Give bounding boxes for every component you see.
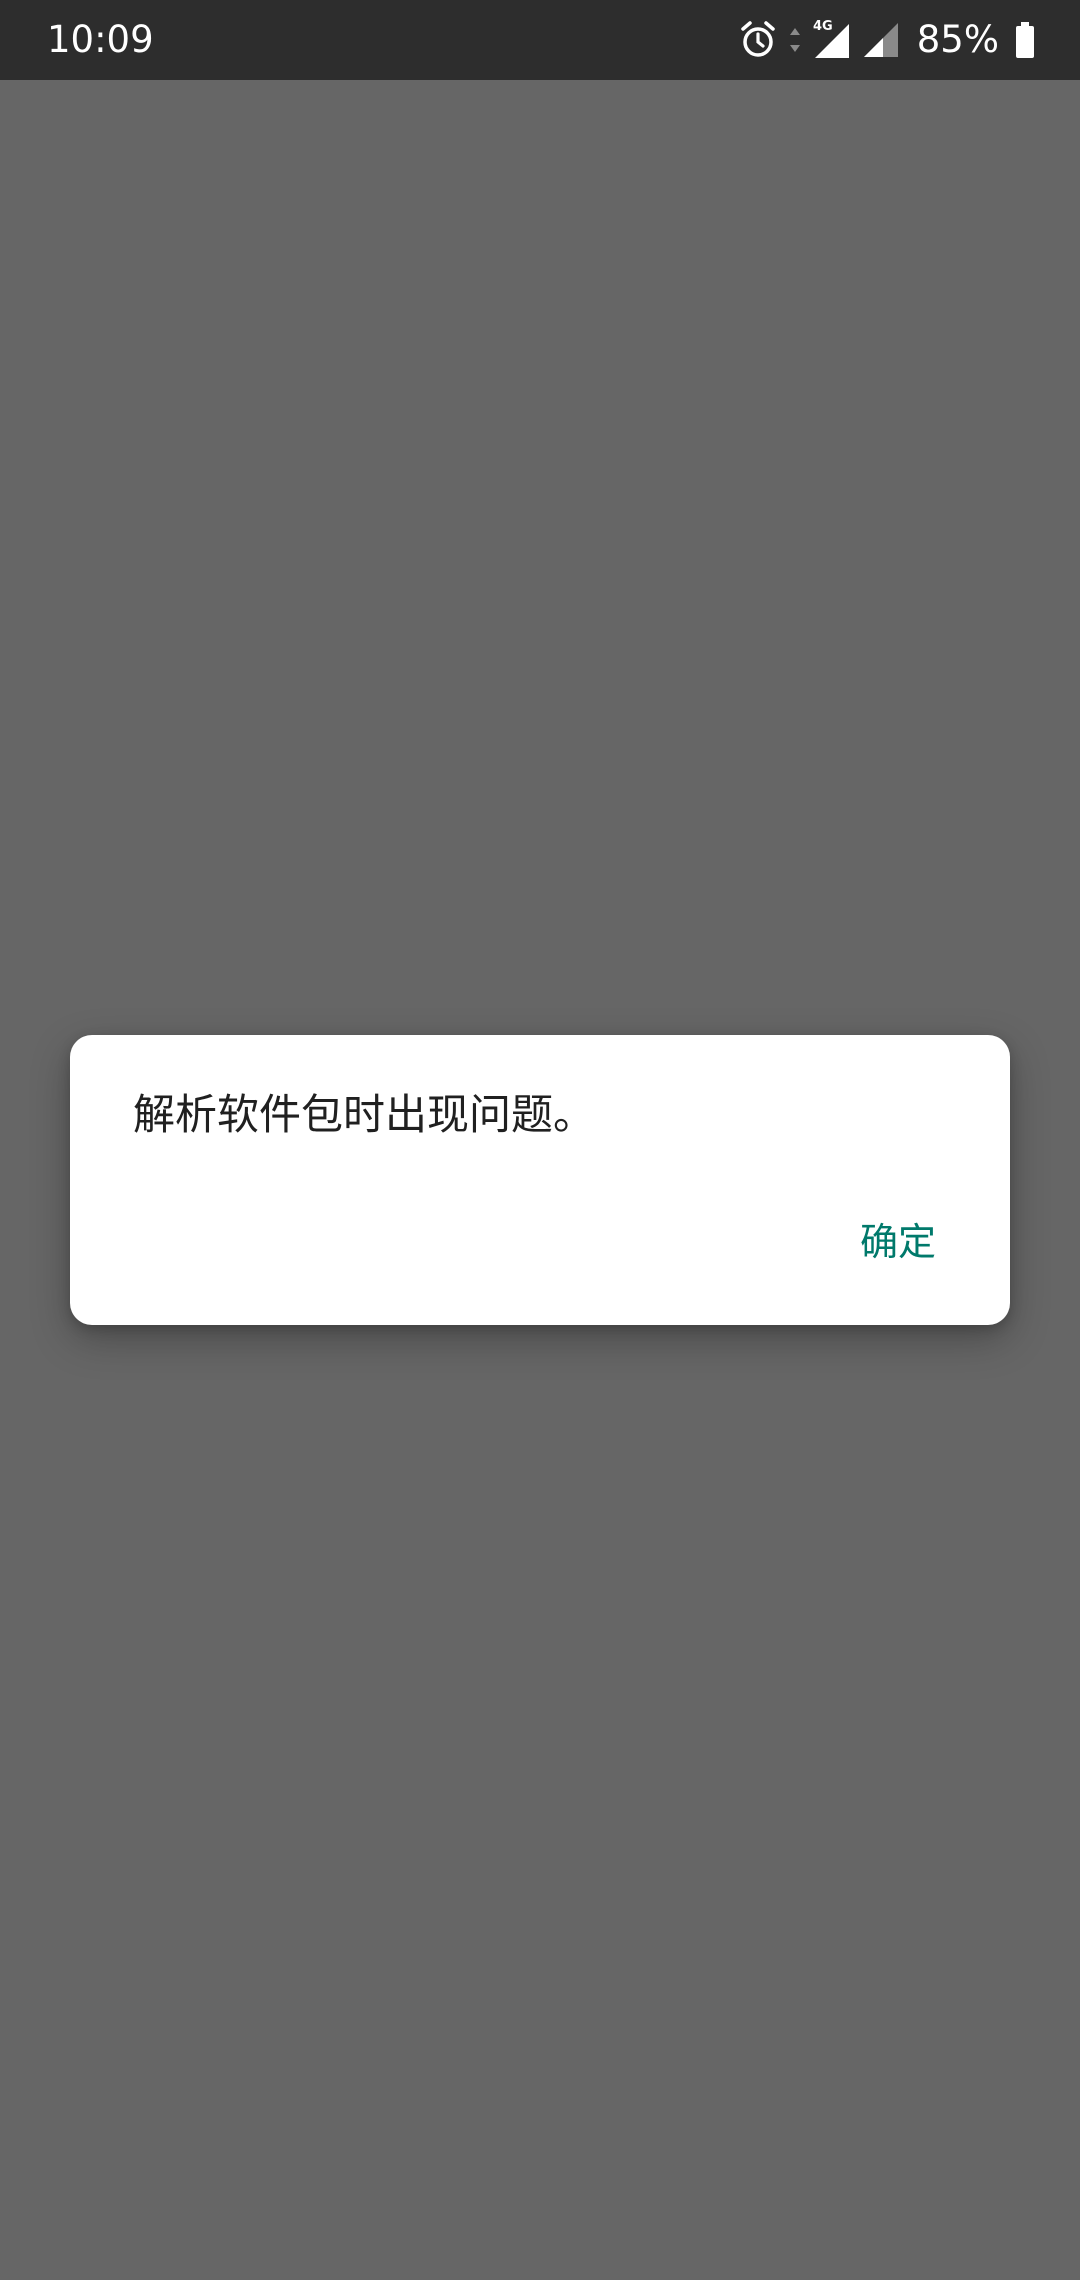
parse-error-dialog: 解析软件包时出现问题。 确定	[70, 1035, 1010, 1325]
battery-icon	[1015, 22, 1035, 58]
dialog-message: 解析软件包时出现问题。	[133, 1090, 596, 1139]
alarm-icon	[739, 20, 777, 60]
ok-button[interactable]: 确定	[856, 1203, 940, 1274]
status-icons: 4G 85%	[739, 0, 1035, 80]
status-time: 10:09	[47, 18, 154, 61]
status-bar: 10:09 4G 85%	[0, 0, 1080, 80]
signal-4g-icon: 4G	[813, 20, 851, 60]
signal-icon	[863, 22, 899, 58]
svg-text:4G: 4G	[813, 20, 833, 34]
data-arrows-icon	[789, 25, 801, 55]
battery-percent: 85%	[916, 18, 999, 61]
